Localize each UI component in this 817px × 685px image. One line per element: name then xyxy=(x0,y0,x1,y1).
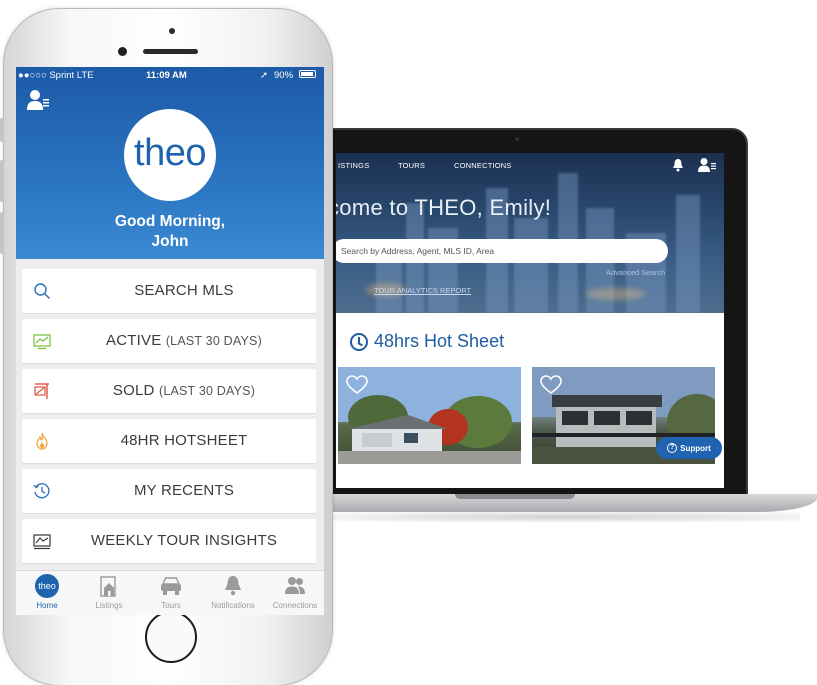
menu-item-label: SEARCH MLS xyxy=(134,282,234,299)
heart-icon[interactable] xyxy=(540,375,562,395)
tab-home[interactable]: theo Home xyxy=(16,571,78,615)
phone-sensor xyxy=(169,28,175,34)
laptop-top-nav: ISTINGS TOURS CONNECTIONS xyxy=(336,161,724,175)
theo-home-icon: theo xyxy=(35,574,59,598)
laptop-camera xyxy=(515,137,519,141)
laptop-base-notch xyxy=(455,494,575,499)
phone-volume-up xyxy=(0,160,4,202)
advanced-search-link[interactable]: Advanced Search xyxy=(606,268,665,277)
tour-chart-icon xyxy=(33,534,51,550)
menu-item-sold[interactable]: SOLD (LAST 30 DAYS) xyxy=(22,369,316,413)
tab-connections[interactable]: Connections xyxy=(264,571,324,615)
sold-sign-icon xyxy=(34,383,49,399)
phone-front-camera xyxy=(118,47,127,56)
menu-item-active[interactable]: ACTIVE (LAST 30 DAYS) xyxy=(22,319,316,363)
carrier-signal: ●●○○○ Sprint LTE xyxy=(18,70,94,81)
menu-item-weekly-tour-insights[interactable]: WEEKLY TOUR INSIGHTS xyxy=(22,519,316,563)
menu-item-48hr-hotsheet[interactable]: 48HR HOTSHEET xyxy=(22,419,316,463)
tab-notifications[interactable]: Notifications xyxy=(202,571,264,615)
hero-banner: ISTINGS TOURS CONNECTIONS come to THEO, … xyxy=(336,153,724,313)
status-bar: ●●○○○ Sprint LTE 11:09 AM ➚ 90% xyxy=(16,67,324,83)
location-arrow-icon: ➚ xyxy=(260,70,268,81)
history-icon xyxy=(33,483,50,499)
laptop-shadow xyxy=(330,512,800,522)
greeting-line-2: John xyxy=(151,233,189,250)
menu-item-label: 48HR HOTSHEET xyxy=(120,432,248,449)
heart-icon[interactable] xyxy=(346,375,368,395)
status-time: 11:09 AM xyxy=(146,70,187,81)
laptop-screen: ISTINGS TOURS CONNECTIONS come to THEO, … xyxy=(336,153,724,488)
support-button[interactable]: ? Support xyxy=(656,437,722,459)
phone-screen: ●●○○○ Sprint LTE 11:09 AM ➚ 90% theo Goo… xyxy=(16,67,324,615)
menu-item-my-recents[interactable]: MY RECENTS xyxy=(22,469,316,513)
phone-speaker xyxy=(143,49,198,54)
listing-card[interactable] xyxy=(338,367,521,464)
tab-label: Connections xyxy=(272,601,318,610)
bell-icon[interactable] xyxy=(672,158,684,172)
battery-percent: 90% xyxy=(274,70,294,81)
logo-text: theo xyxy=(134,131,206,174)
phone-header: ●●○○○ Sprint LTE 11:09 AM ➚ 90% theo Goo… xyxy=(16,67,324,259)
flame-icon xyxy=(36,432,48,450)
main-menu: SEARCH MLS ACTIVE (LAST 30 DAYS) SOLD (L… xyxy=(22,269,316,569)
tab-bar: theo Home Listings Tours Notifications C… xyxy=(16,570,324,615)
phone-volume-down xyxy=(0,212,4,254)
greeting-line-1: Good Morning, xyxy=(114,213,226,230)
battery-icon xyxy=(299,70,316,78)
menu-item-label: ACTIVE (LAST 30 DAYS) xyxy=(106,332,262,349)
listings-icon xyxy=(100,576,116,597)
skyline-building xyxy=(676,195,700,313)
bell-icon xyxy=(225,576,241,596)
user-menu-icon[interactable] xyxy=(27,89,49,111)
welcome-heading: come to THEO, Emily! xyxy=(336,195,552,220)
user-menu-icon[interactable] xyxy=(698,157,716,173)
clock-icon xyxy=(350,332,368,351)
menu-item-search-mls[interactable]: SEARCH MLS xyxy=(22,269,316,313)
nav-tours[interactable]: TOURS xyxy=(398,161,425,170)
tab-tours[interactable]: Tours xyxy=(140,571,202,615)
car-icon xyxy=(161,577,181,595)
active-listing-icon xyxy=(33,334,51,350)
support-label: Support xyxy=(680,443,711,453)
phone-mute-switch xyxy=(0,118,4,142)
search-input[interactable]: Search by Address, Agent, MLS ID, Area xyxy=(336,239,668,263)
nav-listings[interactable]: ISTINGS xyxy=(338,161,369,170)
tour-analytics-report-link[interactable]: TOUR ANALYTICS REPORT xyxy=(374,286,471,295)
greeting: Good Morning, John xyxy=(16,212,324,252)
city-light-glow xyxy=(586,288,646,300)
menu-item-label: WEEKLY TOUR INSIGHTS xyxy=(90,532,278,549)
menu-item-label: MY RECENTS xyxy=(133,482,235,499)
marketing-composite: ISTINGS TOURS CONNECTIONS come to THEO, … xyxy=(0,0,817,685)
theo-logo: theo xyxy=(124,109,216,201)
hotsheet-title: 48hrs Hot Sheet xyxy=(374,331,505,351)
tab-listings[interactable]: Listings xyxy=(78,571,140,615)
question-icon: ? xyxy=(667,443,678,453)
hotsheet-heading: 48hrs Hot Sheet xyxy=(350,331,504,352)
nav-connections[interactable]: CONNECTIONS xyxy=(454,161,512,170)
skyline-building xyxy=(514,218,548,313)
search-icon xyxy=(34,283,50,299)
people-icon xyxy=(285,577,305,594)
phone-home-button[interactable] xyxy=(145,611,197,663)
menu-item-label: SOLD (LAST 30 DAYS) xyxy=(112,382,256,399)
